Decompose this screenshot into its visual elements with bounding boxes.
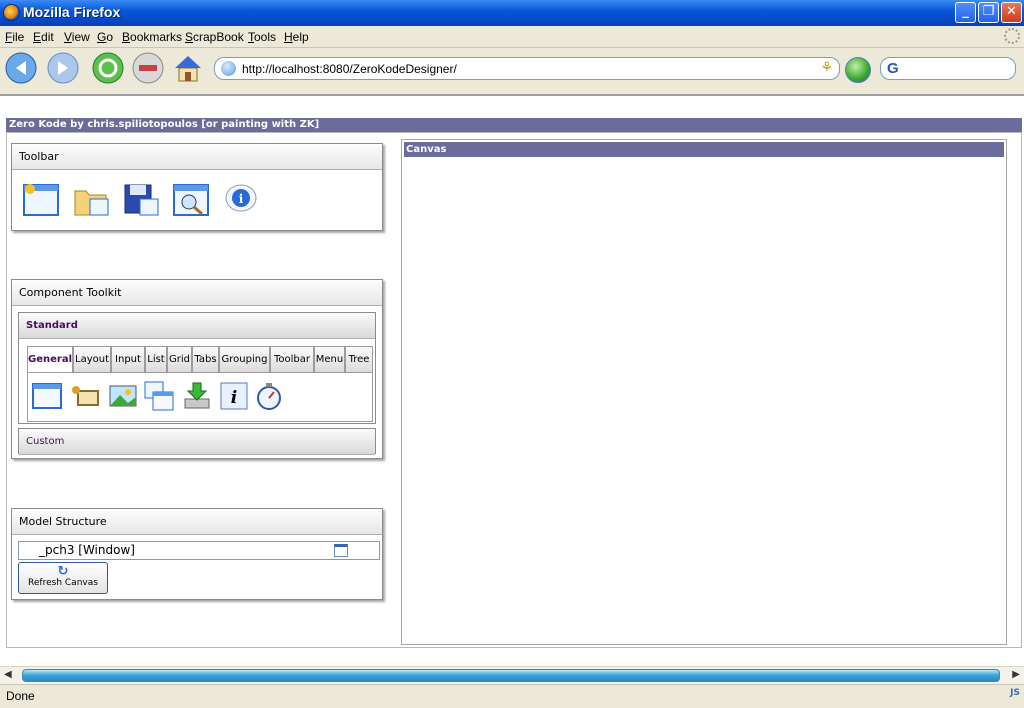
scroll-left-arrow-icon[interactable]: ◀ xyxy=(4,669,12,680)
svg-text:i: i xyxy=(231,388,237,408)
back-arrow-icon xyxy=(5,52,37,84)
forward-arrow-icon xyxy=(47,52,79,84)
new-window-icon[interactable] xyxy=(22,181,60,219)
tab-tree[interactable]: Tree xyxy=(345,346,373,372)
tree-row-window[interactable]: _pch3 [Window] xyxy=(18,541,380,560)
address-url[interactable]: http://localhost:8080/ZeroKodeDesigner/ xyxy=(242,62,457,76)
general-tab-body: i xyxy=(27,372,373,422)
status-bar: Done JS xyxy=(0,684,1024,708)
feed-icon[interactable]: ⚘ xyxy=(820,61,833,75)
tab-general[interactable]: General xyxy=(27,346,73,373)
info-bubble-icon[interactable]: i xyxy=(222,181,260,219)
menu-tools[interactable]: Tools xyxy=(248,30,276,44)
page-globe-icon xyxy=(221,61,236,76)
search-engine-icon[interactable]: G xyxy=(887,60,899,77)
component-toolkit-panel: Component Toolkit Standard General Layou… xyxy=(11,279,383,459)
stop-icon xyxy=(132,52,164,84)
custom-group-title[interactable]: Custom xyxy=(19,429,375,455)
svg-text:i: i xyxy=(239,192,244,206)
scrollbar-thumb[interactable] xyxy=(22,669,1000,682)
toolbar-panel: Toolbar i xyxy=(11,143,383,231)
css-validator-icon[interactable]: JS xyxy=(1010,688,1020,698)
app-header: Zero Kode by chris.spiliotopoulos [or pa… xyxy=(6,118,1022,132)
maximize-button[interactable]: ❐ xyxy=(978,2,999,23)
navigation-toolbar: http://localhost:8080/ZeroKodeDesigner/ … xyxy=(0,48,1024,88)
back-button[interactable] xyxy=(4,51,38,85)
window-title-bar: Mozilla Firefox _ ❐ ✕ xyxy=(0,0,1024,26)
go-button[interactable] xyxy=(845,57,871,83)
reload-button[interactable] xyxy=(91,51,125,85)
image-icon[interactable] xyxy=(108,381,138,411)
window-icon[interactable] xyxy=(32,381,62,411)
canvas-panel[interactable]: Canvas xyxy=(401,139,1007,645)
reload-icon xyxy=(92,52,124,84)
tab-grouping[interactable]: Grouping xyxy=(219,346,270,372)
minimize-button[interactable]: _ xyxy=(955,2,976,23)
menu-view[interactable]: View xyxy=(64,30,90,44)
custom-group: Custom xyxy=(18,428,376,455)
web-page: Zero Kode by chris.spiliotopoulos [or pa… xyxy=(0,94,1024,666)
model-structure-panel: Model Structure _pch3 [Window] ↻ Refresh… xyxy=(11,508,383,600)
refresh-icon: ↻ xyxy=(57,564,69,579)
horizontal-scrollbar[interactable]: ◀ ▶ xyxy=(0,666,1024,684)
address-bar[interactable]: http://localhost:8080/ZeroKodeDesigner/ … xyxy=(214,57,840,80)
menu-bookmarks[interactable]: Bookmarks xyxy=(122,30,182,44)
save-disk-icon[interactable] xyxy=(122,181,160,219)
canvas-title: Canvas xyxy=(404,142,1004,157)
timer-icon[interactable] xyxy=(254,381,284,411)
home-button[interactable] xyxy=(171,51,205,85)
menu-bar: File Edit View Go Bookmarks ScrapBook To… xyxy=(0,26,1024,48)
model-structure-title: Model Structure xyxy=(12,509,382,535)
tab-input[interactable]: Input xyxy=(111,346,145,372)
component-toolkit-title: Component Toolkit xyxy=(12,280,382,306)
component-tabs: General Layout Input List Grid Tabs Grou… xyxy=(27,346,373,373)
tab-list[interactable]: List xyxy=(145,346,167,372)
standard-group-title[interactable]: Standard xyxy=(19,313,375,339)
preview-icon[interactable] xyxy=(172,181,210,219)
status-text: Done xyxy=(6,689,35,703)
menu-help[interactable]: Help xyxy=(284,30,309,44)
tab-layout[interactable]: Layout xyxy=(73,346,111,372)
forward-button[interactable] xyxy=(46,51,80,85)
menu-file[interactable]: File xyxy=(5,30,24,44)
tab-tabs[interactable]: Tabs xyxy=(192,346,219,372)
menu-go[interactable]: Go xyxy=(97,30,113,44)
close-button[interactable]: ✕ xyxy=(1001,2,1022,23)
home-icon xyxy=(175,56,201,82)
firefox-icon xyxy=(3,4,20,21)
search-box[interactable]: G xyxy=(880,57,1016,80)
tree-row-label: _pch3 [Window] xyxy=(39,543,135,557)
stop-button[interactable] xyxy=(131,51,165,85)
tab-grid[interactable]: Grid xyxy=(167,346,192,372)
menu-edit[interactable]: Edit xyxy=(33,30,54,44)
include-icon[interactable] xyxy=(144,381,174,411)
activity-throbber-icon xyxy=(1004,28,1020,44)
open-folder-icon[interactable] xyxy=(72,181,110,219)
tab-toolbar[interactable]: Toolbar xyxy=(270,346,314,372)
standard-group: Standard General Layout Input List Grid … xyxy=(18,312,376,424)
window-title: Mozilla Firefox xyxy=(23,4,121,20)
menu-scrapbook[interactable]: ScrapBook xyxy=(185,30,244,44)
tab-menu[interactable]: Menu xyxy=(314,346,345,372)
toolbar-panel-title: Toolbar xyxy=(12,144,382,170)
fileupload-icon[interactable] xyxy=(182,381,212,411)
refresh-canvas-label: Refresh Canvas xyxy=(28,578,98,588)
refresh-canvas-button[interactable]: ↻ Refresh Canvas xyxy=(18,562,108,594)
info-icon[interactable]: i xyxy=(219,381,249,411)
label-icon[interactable] xyxy=(70,381,100,411)
window-node-icon xyxy=(334,544,348,557)
scroll-right-arrow-icon[interactable]: ▶ xyxy=(1012,669,1020,680)
